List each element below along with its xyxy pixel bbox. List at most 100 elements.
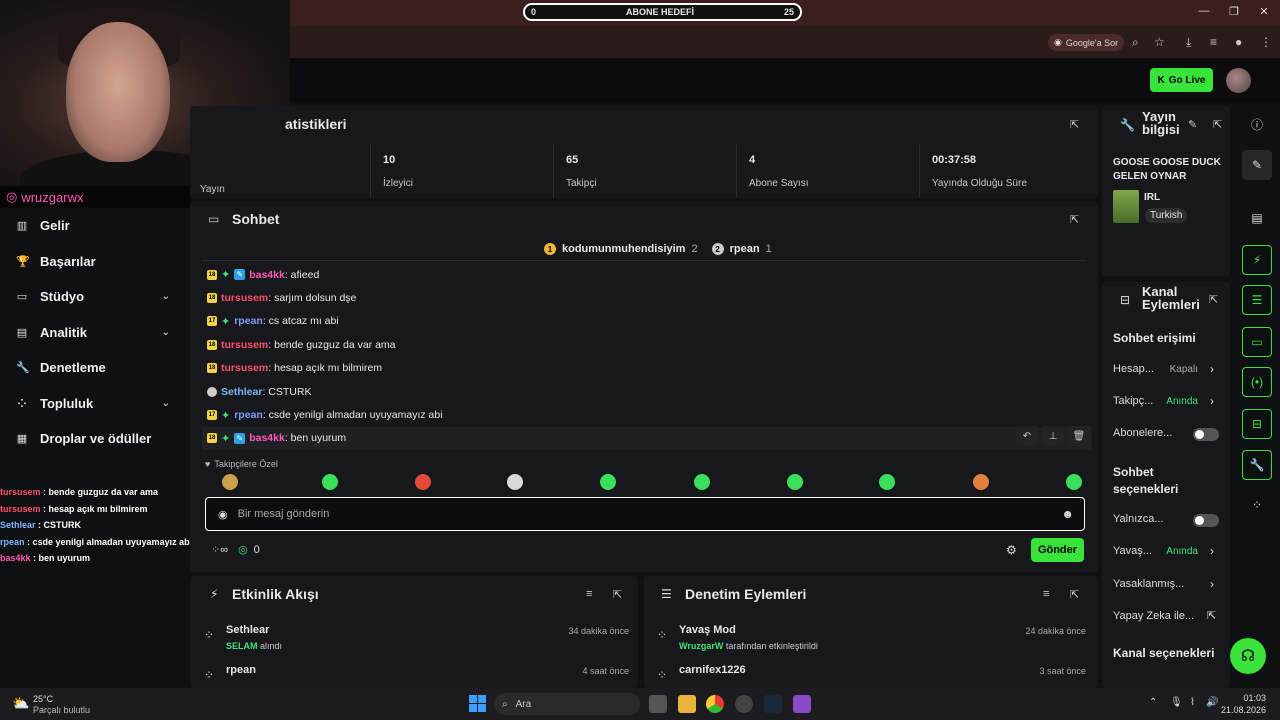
chat-message[interactable]: 18 tursusem: sarjım dolsun dşe bbox=[202, 286, 1092, 309]
sidebar-item[interactable]: ▭ Stüdyo ⌄ bbox=[0, 279, 190, 315]
modlog-filter-icon[interactable]: ≡ bbox=[1043, 588, 1049, 600]
sidebar-item[interactable]: ▦ Droplar ve ödüller bbox=[0, 421, 190, 457]
modlog-popout-icon[interactable]: ⇱ bbox=[1070, 588, 1079, 601]
toggle-switch[interactable] bbox=[1193, 428, 1219, 441]
info-popout-icon[interactable]: ⇱ bbox=[1213, 118, 1222, 131]
layout-icon[interactable]: ▤ bbox=[1242, 203, 1272, 233]
send-button[interactable]: Gönder bbox=[1031, 538, 1084, 562]
language-tag[interactable]: Turkish bbox=[1145, 208, 1188, 223]
emote-icon[interactable] bbox=[222, 474, 238, 490]
chat-popout-icon[interactable]: ⇱ bbox=[1070, 213, 1079, 226]
external-link-icon[interactable]: ⇱ bbox=[1207, 609, 1216, 622]
channel-action-label[interactable]: Hesap... bbox=[1113, 363, 1154, 375]
bolt-icon[interactable]: ⚡ bbox=[1242, 245, 1272, 275]
chat-message[interactable]: 18 tursusem: hesap açık mı bilmirem bbox=[202, 357, 1092, 380]
emote-icon[interactable] bbox=[787, 474, 803, 490]
category-thumbnail[interactable] bbox=[1113, 190, 1139, 223]
list-icon[interactable]: ☰ bbox=[1242, 285, 1272, 315]
extension-icon[interactable]: ● bbox=[1235, 35, 1242, 49]
panel-icon[interactable]: ⊟ bbox=[1242, 409, 1272, 439]
channel-action-label[interactable]: Yalnızca... bbox=[1113, 513, 1164, 525]
sidebar-item[interactable]: ▥ Gelir bbox=[0, 208, 190, 244]
tray-chevron-icon[interactable]: ⌃ bbox=[1149, 697, 1157, 708]
chat-message[interactable]: 17 ✦ rpean: cs atcaz mı abi bbox=[202, 310, 1092, 333]
clock-date[interactable]: 21.08.2026 bbox=[1216, 705, 1266, 715]
go-live-button[interactable]: K Go Live bbox=[1150, 68, 1213, 92]
category-name[interactable]: IRL bbox=[1144, 192, 1160, 203]
chat-message[interactable]: 18 ✦ ✎ bas4kk: afieed bbox=[202, 263, 1092, 286]
reply-icon[interactable]: ↶ bbox=[1016, 426, 1038, 446]
sidebar-item[interactable]: 🔧 Denetleme bbox=[0, 350, 190, 386]
browser-menu-icon[interactable]: ⋮ bbox=[1260, 35, 1272, 49]
chat-username[interactable]: bas4kk bbox=[249, 432, 285, 444]
feed-item-name[interactable]: rpean bbox=[226, 664, 256, 676]
network-icon[interactable]: ⌇ bbox=[1190, 697, 1195, 708]
emote-icon[interactable] bbox=[322, 474, 338, 490]
channel-action-label[interactable]: Abonelere... bbox=[1113, 427, 1172, 439]
chevron-right-icon[interactable]: › bbox=[1210, 544, 1214, 558]
leader-name[interactable]: rpean bbox=[730, 243, 760, 255]
emote-icon[interactable] bbox=[973, 474, 989, 490]
emote-icon[interactable] bbox=[415, 474, 431, 490]
obs-icon[interactable] bbox=[735, 695, 753, 713]
chrome-icon[interactable] bbox=[706, 695, 724, 713]
chat-username[interactable]: rpean bbox=[234, 315, 263, 327]
taskbar-search[interactable]: ⌕ Ara bbox=[494, 693, 640, 715]
clock-time[interactable]: 01:03 bbox=[1236, 693, 1266, 703]
chevron-down-icon[interactable]: ⌄ bbox=[162, 398, 170, 409]
chat-input[interactable]: ◉ Bir mesaj gönderin ☻ bbox=[205, 497, 1085, 531]
download-icon[interactable]: ⤓ bbox=[1186, 35, 1191, 50]
weather-desc[interactable]: Parçalı bulutlu bbox=[33, 705, 90, 715]
app-icon[interactable] bbox=[793, 695, 811, 713]
channel-action-label[interactable]: Yavaş... bbox=[1113, 545, 1152, 557]
support-chat-icon[interactable]: ☊ bbox=[1230, 638, 1266, 674]
chevron-right-icon[interactable]: › bbox=[1210, 577, 1214, 591]
weather-temp[interactable]: 25°C bbox=[33, 694, 53, 704]
chat-username[interactable]: tursusem bbox=[221, 292, 268, 304]
wrench-icon[interactable]: 🔧 bbox=[1242, 450, 1272, 480]
feed-item-name[interactable]: Sethlear bbox=[226, 624, 269, 636]
community-icon[interactable]: ⁘ bbox=[1242, 490, 1272, 520]
close-icon[interactable]: ✕ bbox=[1256, 5, 1272, 19]
popout-icon[interactable]: ⇱ bbox=[1070, 118, 1079, 131]
minimize-icon[interactable]: — bbox=[1196, 5, 1212, 19]
channel-action-label[interactable]: Yasaklanmış... bbox=[1113, 578, 1184, 590]
emote-icon[interactable] bbox=[600, 474, 616, 490]
feed-item-name[interactable]: carnifex1226 bbox=[679, 664, 746, 676]
chevron-right-icon[interactable]: › bbox=[1210, 362, 1214, 376]
emote-icon[interactable] bbox=[694, 474, 710, 490]
broadcast-icon[interactable]: (•) bbox=[1242, 367, 1272, 397]
chevron-down-icon[interactable]: ⌄ bbox=[162, 327, 170, 338]
chat-username[interactable]: bas4kk bbox=[249, 269, 285, 281]
chat-message[interactable]: 17 ✦ rpean: csde yenilgi almadan uyuyamayı… bbox=[202, 403, 1092, 426]
channel-action-label[interactable]: Yapay Zeka ile... bbox=[1113, 610, 1194, 622]
zoom-icon[interactable]: ⌕ bbox=[1132, 35, 1139, 50]
chat-message[interactable]: 18 tursusem: bende guzguz da var ama bbox=[202, 333, 1092, 356]
chevron-down-icon[interactable]: ⌄ bbox=[162, 291, 170, 302]
sidebar-item[interactable]: ▤ Analitik ⌄ bbox=[0, 315, 190, 351]
chat-username[interactable]: rpean bbox=[234, 409, 263, 421]
toggle-switch[interactable] bbox=[1193, 514, 1219, 527]
activity-filter-icon[interactable]: ≡ bbox=[586, 588, 592, 600]
chat-username[interactable]: tursusem bbox=[221, 339, 268, 351]
sidebar-item[interactable]: ⁘ Topluluk ⌄ bbox=[0, 386, 190, 422]
edit-pencil-icon[interactable]: ✎ bbox=[1188, 118, 1197, 131]
maximize-icon[interactable]: ❐ bbox=[1226, 5, 1242, 19]
emote-icon[interactable] bbox=[879, 474, 895, 490]
emote-icon[interactable] bbox=[507, 474, 523, 490]
delete-icon[interactable]: 🗑 bbox=[1068, 426, 1090, 446]
task-view-icon[interactable] bbox=[649, 695, 667, 713]
emote-icon[interactable] bbox=[1066, 474, 1082, 490]
media-icon[interactable]: ≡ bbox=[1210, 35, 1217, 49]
microphone-icon[interactable]: 🎙 bbox=[1170, 697, 1183, 708]
leader-name[interactable]: kodumunmuhendisiyim bbox=[562, 243, 685, 255]
chat-settings-gear-icon[interactable]: ⚙ bbox=[1006, 543, 1017, 557]
chat-username[interactable]: tursusem bbox=[221, 362, 268, 374]
channel-action-label[interactable]: Takipç... bbox=[1113, 395, 1153, 407]
chat-message[interactable]: 18 ✦ ✎ bas4kk: ben uyurum bbox=[202, 426, 1092, 451]
sidebar-item[interactable]: 🏆 Başarılar bbox=[0, 244, 190, 280]
steam-icon[interactable] bbox=[764, 695, 782, 713]
pin-icon[interactable]: ⊥ bbox=[1042, 426, 1064, 446]
activity-popout-icon[interactable]: ⇱ bbox=[613, 588, 622, 601]
pencil-icon[interactable]: ✎ bbox=[1242, 150, 1272, 180]
